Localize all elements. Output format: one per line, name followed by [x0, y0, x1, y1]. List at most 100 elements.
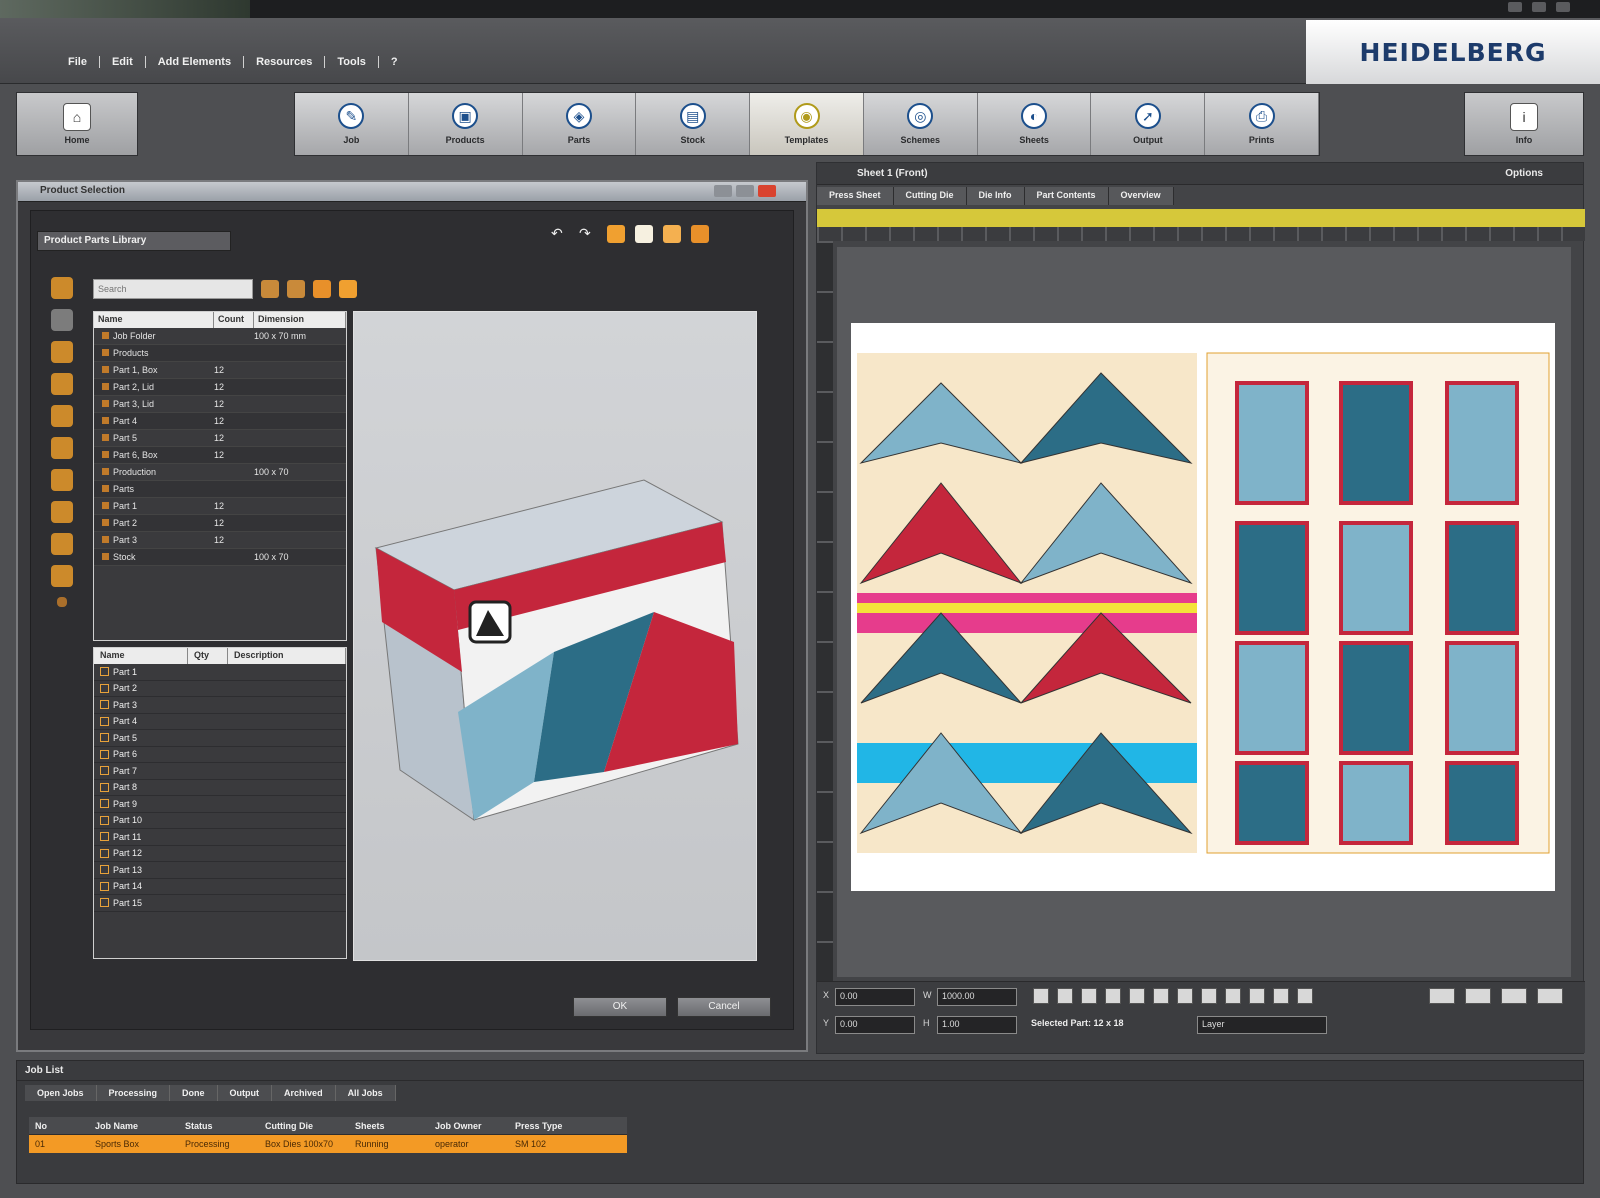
tab-press-sheet[interactable]: Press Sheet — [817, 187, 894, 205]
tree-header-count[interactable]: Count — [214, 312, 254, 328]
stack-icon[interactable] — [51, 565, 73, 587]
list-item[interactable]: Part 12 — [94, 846, 346, 862]
flip-tool-icon[interactable] — [1105, 988, 1121, 1004]
tree-row[interactable]: Parts — [94, 481, 346, 498]
tab-output[interactable]: Output — [217, 1085, 273, 1101]
list-item[interactable]: Part 9 — [94, 796, 346, 813]
select-tool-icon[interactable] — [1033, 988, 1049, 1004]
sheet-canvas[interactable] — [837, 247, 1571, 977]
search-input[interactable] — [93, 279, 253, 299]
tree-row[interactable]: Part 5 12 — [94, 430, 346, 447]
minimize-button[interactable] — [1508, 2, 1522, 12]
job-col-sheets[interactable]: Sheets — [349, 1117, 429, 1134]
list-item-checkbox[interactable] — [100, 667, 109, 677]
distribute-tool-icon[interactable] — [1177, 988, 1193, 1004]
step-prints[interactable]: ⎙ Prints — [1205, 93, 1320, 155]
list-item[interactable]: Part 11 — [94, 829, 346, 846]
tree-row[interactable]: Part 4 12 — [94, 413, 346, 430]
rotate-tool-icon[interactable] — [1081, 988, 1097, 1004]
list-item[interactable]: Part 2 — [94, 681, 346, 697]
job-col-no[interactable]: No — [29, 1117, 89, 1134]
shape-icon[interactable] — [51, 405, 73, 427]
tab-processing[interactable]: Processing — [96, 1085, 171, 1101]
tab-open-jobs[interactable]: Open Jobs — [25, 1085, 97, 1101]
tree-row[interactable]: Part 2, Lid 12 — [94, 379, 346, 396]
pan-tool-icon[interactable] — [1249, 988, 1265, 1004]
list-item-checkbox[interactable] — [100, 782, 109, 792]
align-tool-icon[interactable] — [1153, 988, 1169, 1004]
job-col-press[interactable]: Press Type — [509, 1117, 589, 1134]
list-header-description[interactable]: Description — [228, 648, 346, 664]
tree-row[interactable]: Part 2 12 — [94, 515, 346, 532]
job-col-status[interactable]: Status — [179, 1117, 259, 1134]
menu-item-add-elements[interactable]: Add Elements — [146, 56, 245, 68]
undo-icon[interactable]: ↶ — [551, 225, 569, 243]
tree-row[interactable]: Products — [94, 345, 346, 362]
add-part-icon[interactable] — [287, 280, 305, 298]
tree-row[interactable]: Job Folder 100 x 70 mm — [94, 328, 346, 345]
export-icon[interactable] — [663, 225, 681, 243]
filter-icon[interactable] — [51, 309, 73, 331]
list-item-checkbox[interactable] — [100, 700, 109, 710]
grid-tool-icon[interactable] — [1129, 988, 1145, 1004]
tree-row[interactable]: Stock 100 x 70 — [94, 549, 346, 566]
search-options-icon[interactable] — [261, 280, 279, 298]
close-button[interactable] — [1556, 2, 1570, 12]
info-button[interactable]: i Info — [1464, 92, 1584, 156]
package-icon[interactable] — [51, 373, 73, 395]
tree-row[interactable]: Production 100 x 70 — [94, 464, 346, 481]
refresh-icon[interactable] — [339, 280, 357, 298]
tree-header-name[interactable]: Name — [94, 312, 214, 328]
settings-icon[interactable] — [313, 280, 331, 298]
list-item[interactable]: Part 14 — [94, 879, 346, 895]
tab-archived[interactable]: Archived — [272, 1085, 336, 1101]
view-full-icon[interactable] — [1537, 988, 1563, 1004]
move-icon[interactable] — [51, 469, 73, 491]
dialog-minimize-button[interactable] — [714, 185, 732, 197]
home-button[interactable]: ⌂ Home — [16, 92, 138, 156]
list-item[interactable]: Part 7 — [94, 763, 346, 780]
job-col-name[interactable]: Job Name — [89, 1117, 179, 1134]
list-item-checkbox[interactable] — [100, 898, 109, 908]
job-col-owner[interactable]: Job Owner — [429, 1117, 509, 1134]
x-field[interactable]: 0.00 — [835, 988, 915, 1006]
tree-row[interactable]: Part 1, Box 12 — [94, 362, 346, 379]
list-header-qty[interactable]: Qty — [188, 648, 228, 664]
snap-tool-icon[interactable] — [1273, 988, 1289, 1004]
maximize-button[interactable] — [1532, 2, 1546, 12]
menu-item-tools[interactable]: Tools — [325, 56, 379, 68]
redo-icon[interactable]: ↷ — [579, 225, 597, 243]
list-item[interactable]: Part 1 — [94, 664, 346, 681]
list-item-checkbox[interactable] — [100, 716, 109, 726]
step-job[interactable]: ✎ Job — [295, 93, 409, 155]
list-item[interactable]: Part 15 — [94, 895, 346, 912]
step-output[interactable]: ➚ Output — [1091, 93, 1206, 155]
list-item[interactable]: Part 13 — [94, 862, 346, 879]
step-products[interactable]: ▣ Products — [409, 93, 523, 155]
step-sheets[interactable]: ◐ Sheets — [978, 93, 1092, 155]
import-icon[interactable] — [607, 225, 625, 243]
list-item-checkbox[interactable] — [100, 832, 109, 842]
width-field[interactable]: 1000.00 — [937, 988, 1017, 1006]
tree-header-dimension[interactable]: Dimension — [254, 312, 346, 328]
folder-icon[interactable] — [691, 225, 709, 243]
menu-item-help[interactable]: ? — [379, 56, 410, 68]
step-parts[interactable]: ◈ Parts — [523, 93, 637, 155]
list-item[interactable]: Part 3 — [94, 697, 346, 714]
library-icon[interactable] — [51, 277, 73, 299]
height-field[interactable]: 1.00 — [937, 1016, 1017, 1034]
list-item[interactable]: Part 6 — [94, 747, 346, 763]
pattern-icon[interactable] — [51, 437, 73, 459]
tree-row[interactable]: Part 3 12 — [94, 532, 346, 549]
press-sheet[interactable] — [851, 323, 1555, 891]
list-item[interactable]: Part 5 — [94, 730, 346, 747]
y-field[interactable]: 0.00 — [835, 1016, 915, 1034]
document-icon[interactable] — [635, 225, 653, 243]
view-split-icon[interactable] — [1465, 988, 1491, 1004]
list-item-checkbox[interactable] — [100, 881, 109, 891]
list-item[interactable]: Part 10 — [94, 813, 346, 829]
tab-part-contents[interactable]: Part Contents — [1024, 187, 1109, 205]
grid-icon[interactable] — [51, 533, 73, 555]
tree-row[interactable]: Part 3, Lid 12 — [94, 396, 346, 413]
lock-tool-icon[interactable] — [1297, 988, 1313, 1004]
